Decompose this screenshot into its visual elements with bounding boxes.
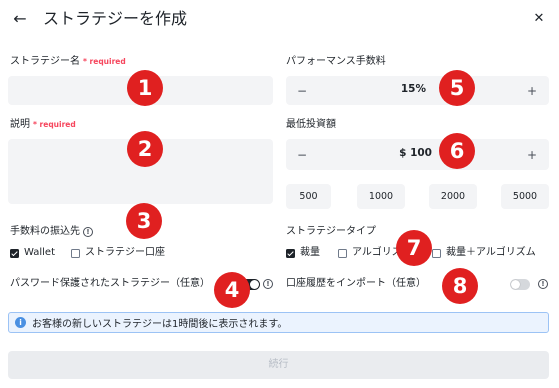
strategy-type-hybrid-checkbox[interactable]: 裁量＋アルゴリズム	[432, 246, 536, 260]
toggle-knob	[250, 280, 259, 289]
decrease-investment-button[interactable]: −	[292, 145, 312, 165]
checkbox-checked-icon	[10, 248, 19, 258]
strategy-type-discretionary-checkbox[interactable]: 裁量	[286, 246, 320, 260]
preset-2000-button[interactable]: 2000	[429, 184, 477, 209]
min-investment-stepper: − $ 100 +	[286, 139, 549, 170]
min-investment-value[interactable]: $ 100	[326, 147, 432, 159]
checkbox-unchecked-icon	[338, 248, 347, 258]
page-title: ストラテジーを作成	[43, 9, 188, 28]
checkbox-checked-icon	[286, 248, 295, 258]
fee-dest-strategy-account-checkbox[interactable]: ストラテジー口座	[71, 246, 165, 260]
annotation-badge: 8	[442, 268, 478, 304]
required-marker: * required	[83, 57, 126, 66]
close-icon[interactable]: ✕	[529, 9, 549, 29]
increase-fee-button[interactable]: +	[522, 81, 542, 101]
preset-5000-button[interactable]: 5000	[501, 184, 549, 209]
description-label: 説明 * required	[10, 119, 76, 130]
annotation-badge: 5	[439, 70, 475, 106]
password-protected-label: パスワード保護されたストラテジー（任意）	[10, 278, 210, 289]
annotation-badge: 3	[126, 203, 162, 239]
checkbox-unchecked-icon	[432, 248, 441, 258]
annotation-badge: 6	[439, 133, 475, 169]
required-marker: * required	[33, 120, 76, 129]
fee-dest-wallet-checkbox[interactable]: Wallet	[10, 246, 55, 260]
performance-fee-stepper: − 15% +	[286, 76, 549, 105]
performance-fee-label: パフォーマンス手数料	[286, 56, 386, 67]
performance-fee-value[interactable]: 15%	[326, 83, 426, 95]
info-icon[interactable]: !	[538, 279, 548, 289]
continue-button[interactable]: 続行	[8, 351, 549, 379]
strategy-type-label: ストラテジータイプ	[286, 226, 376, 237]
back-arrow-icon[interactable]: ←	[8, 7, 32, 31]
info-icon[interactable]: !	[83, 227, 93, 237]
annotation-badge: 2	[127, 131, 163, 167]
checkbox-unchecked-icon	[71, 248, 80, 258]
import-history-label: 口座履歴をインポート（任意）	[286, 278, 426, 289]
annotation-badge: 7	[396, 230, 432, 266]
strategy-name-label: ストラテジー名 * required	[10, 56, 126, 67]
info-icon: i	[15, 317, 26, 328]
increase-investment-button[interactable]: +	[522, 145, 542, 165]
fee-destination-label: 手数料の振込先 !	[10, 225, 93, 239]
info-icon[interactable]: !	[263, 279, 273, 289]
annotation-badge: 4	[214, 272, 250, 308]
import-history-toggle[interactable]	[510, 279, 530, 290]
info-banner: i お客様の新しいストラテジーは1時間後に表示されます。	[8, 312, 549, 333]
toggle-knob	[511, 280, 520, 289]
min-investment-label: 最低投資額	[286, 119, 336, 130]
preset-500-button[interactable]: 500	[286, 184, 331, 209]
decrease-fee-button[interactable]: −	[292, 81, 312, 101]
preset-1000-button[interactable]: 1000	[357, 184, 405, 209]
annotation-badge: 1	[127, 70, 163, 106]
